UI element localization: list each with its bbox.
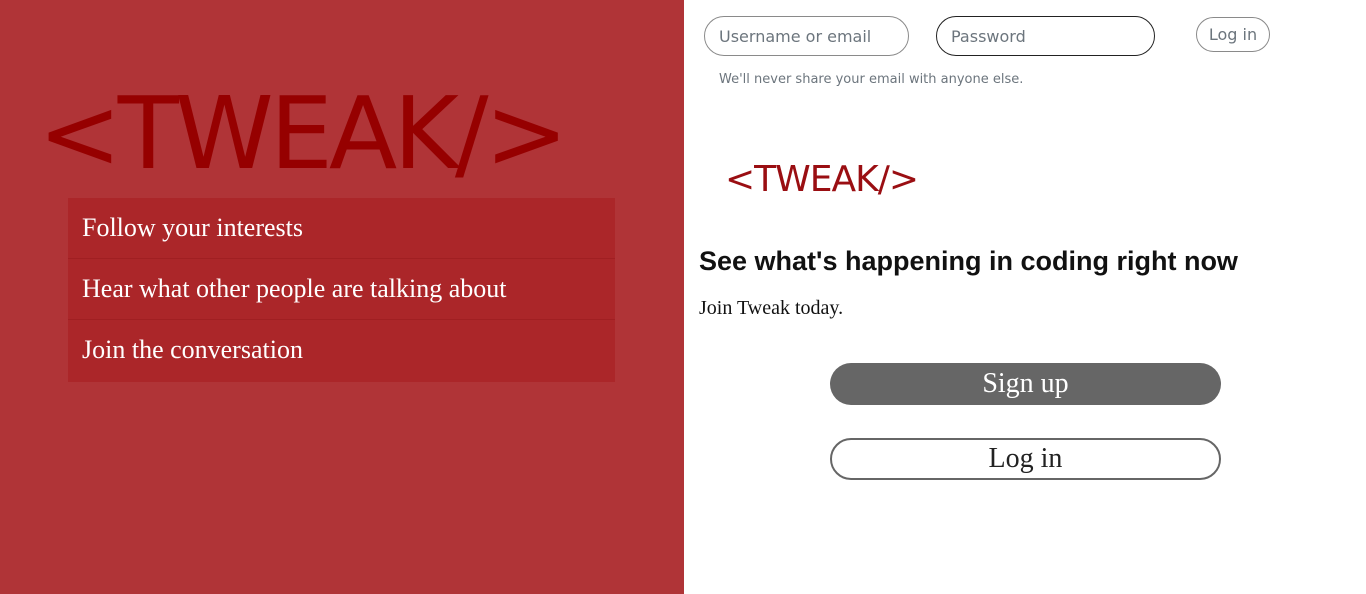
page-headline: See what's happening in coding right now [699, 246, 1238, 276]
left-panel: <TWEAK/> Follow your interests Hear what… [0, 0, 684, 594]
signup-button[interactable]: Sign up [830, 363, 1221, 405]
small-logo: <TWEAK/> [725, 159, 919, 200]
feature-item-hear-others: Hear what other people are talking about [68, 259, 615, 320]
large-logo: <TWEAK/> [38, 75, 568, 192]
feature-item-join-conversation: Join the conversation [82, 335, 303, 364]
join-subtitle: Join Tweak today. [699, 297, 844, 319]
password-input[interactable] [936, 16, 1155, 56]
email-privacy-hint: We'll never share your email with anyone… [719, 72, 1024, 87]
username-input[interactable] [704, 16, 909, 56]
header-login-button[interactable]: Log in [1196, 17, 1270, 52]
login-button[interactable]: Log in [830, 438, 1221, 480]
feature-list: Follow your interests Hear what other pe… [68, 198, 615, 382]
feature-item-follow-interests: Follow your interests [68, 198, 615, 259]
